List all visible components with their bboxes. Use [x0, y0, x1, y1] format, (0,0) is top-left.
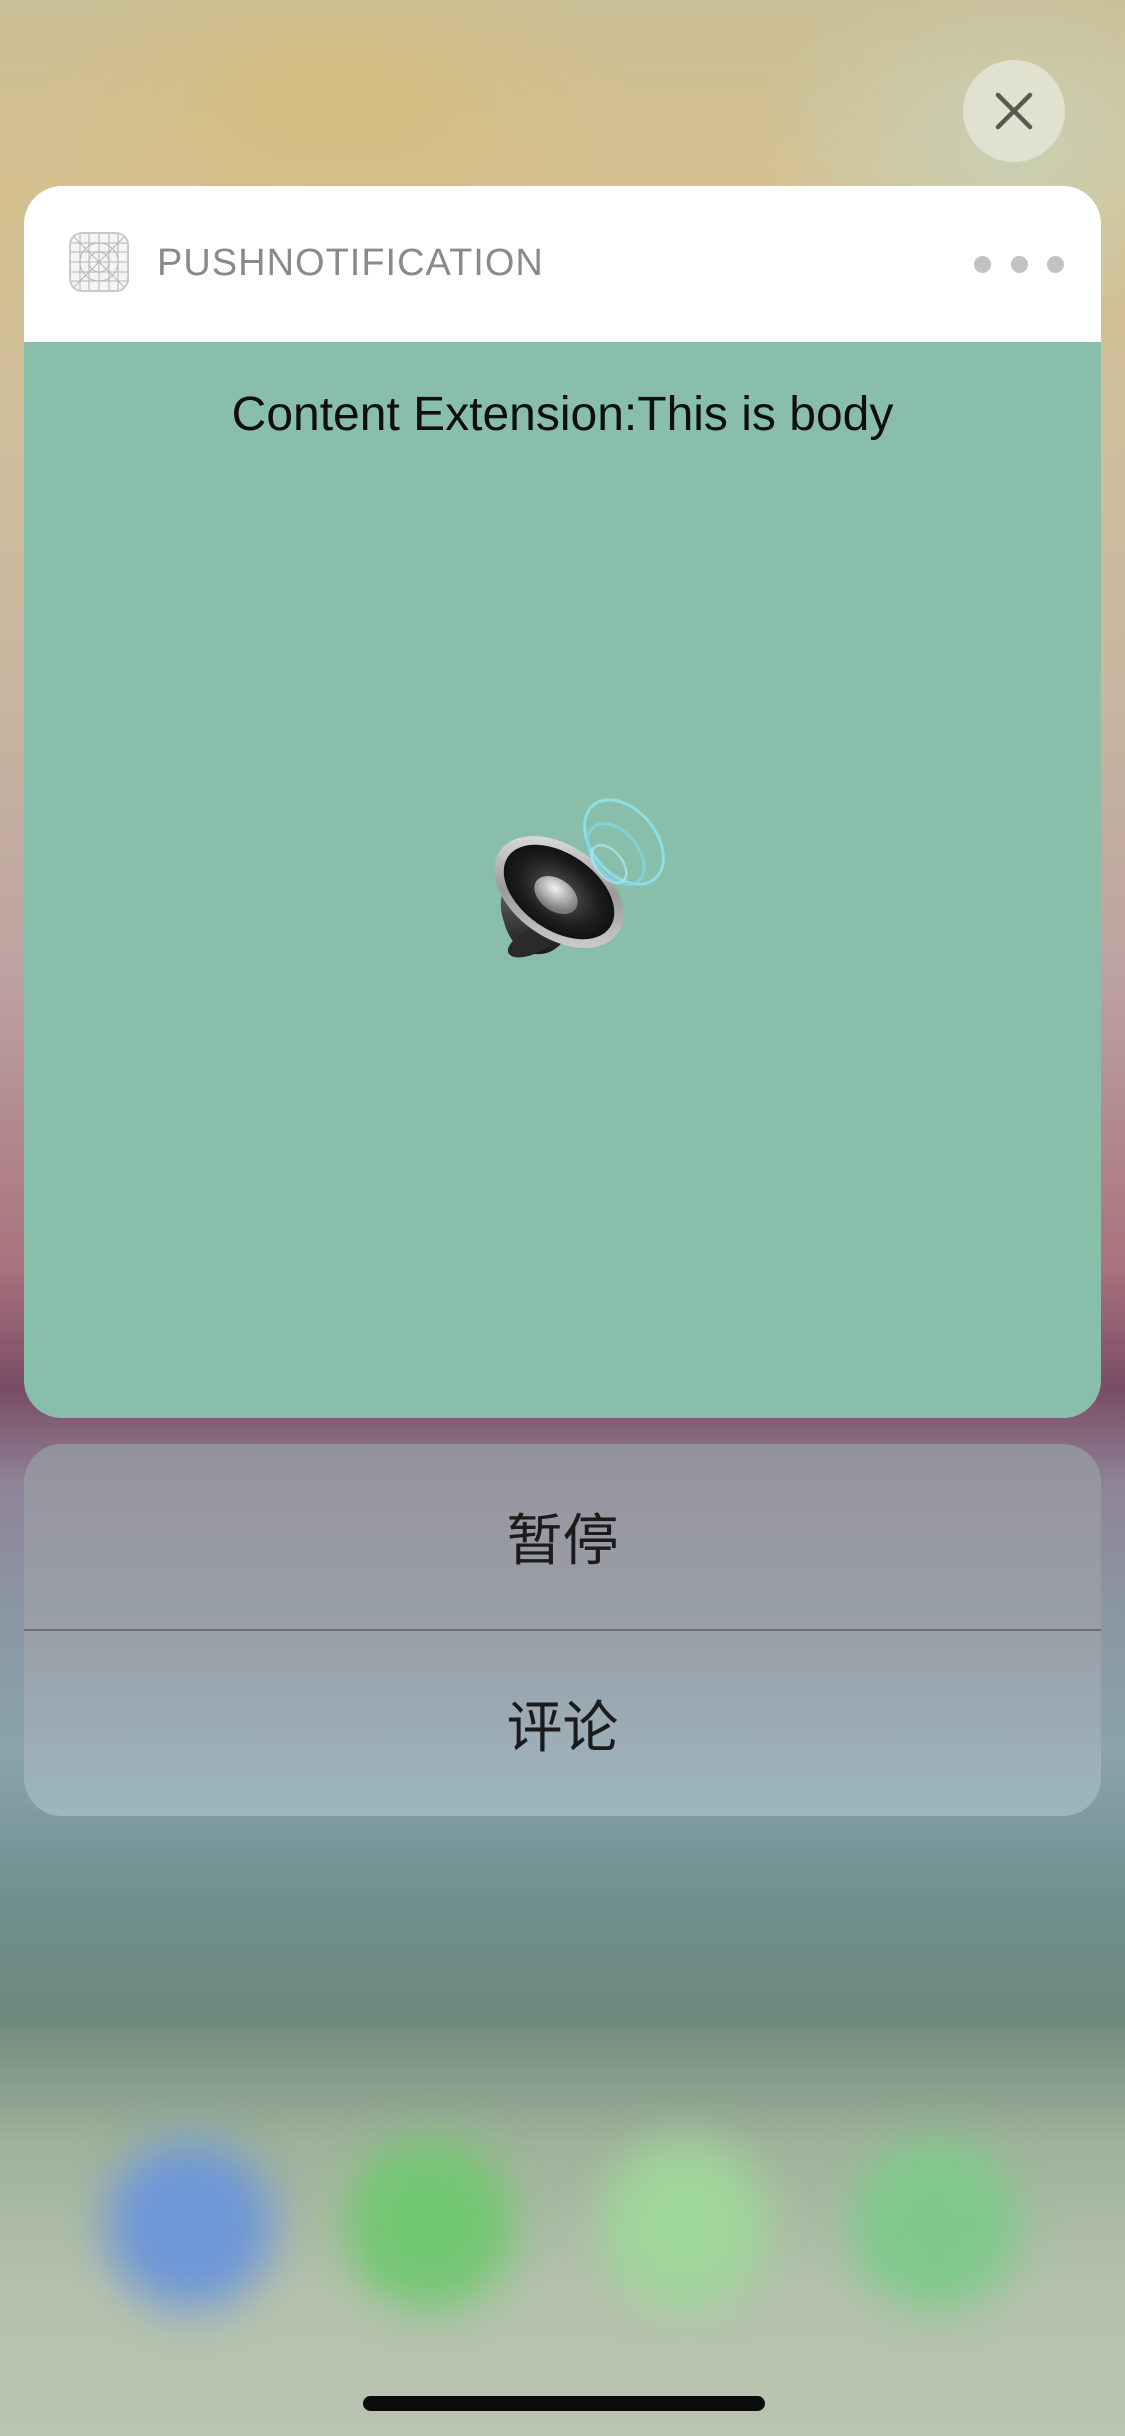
close-button[interactable]	[963, 60, 1065, 162]
more-dots-icon	[974, 255, 991, 273]
dock-app-icon-blurred	[345, 2140, 515, 2310]
comment-action-button[interactable]: 评论	[24, 1631, 1101, 1816]
dock-app-icon-blurred	[600, 2140, 770, 2310]
pause-action-button[interactable]: 暂停	[24, 1444, 1101, 1629]
notification-content: Content Extension:This is body	[24, 342, 1101, 1418]
app-placeholder-icon	[69, 232, 129, 292]
home-indicator[interactable]	[363, 2396, 765, 2411]
speaker-icon	[494, 798, 665, 958]
close-icon	[995, 92, 1033, 130]
more-dots-icon	[1047, 255, 1064, 273]
dock-app-icon-blurred	[105, 2140, 275, 2310]
notification-card[interactable]: PUSHNOTIFICATION Content Extension:This …	[24, 186, 1101, 1418]
dock-app-icon-blurred	[850, 2140, 1020, 2310]
notification-actions: 暂停 评论	[24, 1444, 1101, 1816]
app-name: PUSHNOTIFICATION	[157, 242, 544, 284]
more-dots-icon	[1010, 255, 1028, 273]
notification-header: PUSHNOTIFICATION	[24, 186, 1101, 342]
notification-body-text: Content Extension:This is body	[231, 388, 894, 441]
more-options-button[interactable]	[974, 244, 1064, 284]
